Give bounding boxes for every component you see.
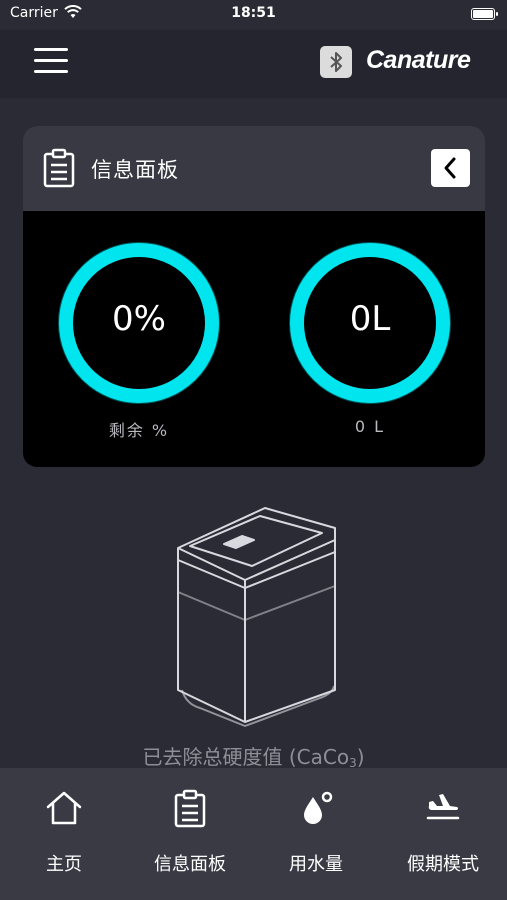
airplane-landing-icon bbox=[426, 794, 460, 820]
clock: 18:51 bbox=[231, 5, 276, 21]
water-drop-icon bbox=[304, 791, 333, 824]
water-usage-label: 0 L bbox=[354, 417, 386, 436]
remaining-percent-label: 剩余 % bbox=[108, 421, 170, 440]
info-panel: 信息面板 0% 剩余 % 0L 0 L bbox=[23, 126, 485, 467]
clipboard-icon bbox=[174, 789, 206, 828]
tab-vacation-mode[interactable]: 假期模式 bbox=[380, 768, 506, 900]
panel-title: 信息面板 bbox=[91, 158, 179, 182]
collapse-button[interactable] bbox=[431, 149, 470, 187]
tab-water-usage[interactable]: 用水量 bbox=[253, 768, 379, 900]
top-nav-bar: Canature bbox=[0, 30, 507, 98]
chevron-left-icon bbox=[444, 157, 456, 179]
brand-logo: Canature bbox=[366, 46, 471, 74]
tab-home-label: 主页 bbox=[46, 854, 82, 875]
water-softener-illustration bbox=[177, 507, 336, 727]
tab-home[interactable]: 主页 bbox=[1, 768, 127, 900]
home-icon bbox=[46, 791, 82, 825]
clipboard-icon bbox=[43, 148, 75, 188]
tab-water-usage-label: 用水量 bbox=[289, 854, 343, 875]
panel-header: 信息面板 bbox=[23, 126, 485, 211]
remaining-percent-gauge: 0% bbox=[57, 241, 221, 405]
water-usage-value: 0L bbox=[349, 299, 391, 339]
water-usage-gauge: 0L bbox=[288, 241, 452, 405]
menu-button[interactable] bbox=[34, 46, 68, 76]
tab-info-panel-label: 信息面板 bbox=[154, 854, 226, 875]
bottom-tab-bar: 主页 信息面板 用水量 假期模式 bbox=[0, 768, 507, 900]
tab-info-panel[interactable]: 信息面板 bbox=[127, 768, 253, 900]
battery-icon bbox=[471, 8, 498, 20]
tab-vacation-mode-label: 假期模式 bbox=[407, 854, 479, 875]
hardness-removed-label: 已去除总硬度值 (CaCo3) bbox=[142, 745, 365, 770]
bluetooth-icon[interactable] bbox=[320, 46, 352, 78]
remaining-percent-value: 0% bbox=[112, 299, 166, 339]
status-bar: Carrier 18:51 bbox=[0, 0, 507, 30]
